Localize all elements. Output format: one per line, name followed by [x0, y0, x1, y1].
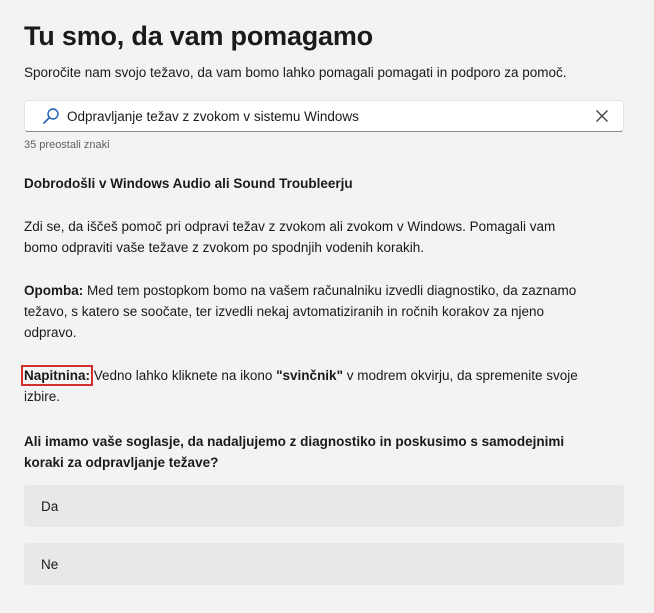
close-icon: [596, 110, 608, 122]
option-label: Ne: [41, 556, 59, 572]
page-subtitle: Sporočite nam svojo težavo, da vam bomo …: [24, 65, 567, 80]
consent-question: Ali imamo vaše soglasje, da nadaljujemo …: [24, 434, 565, 470]
page-title: Tu smo, da vam pomagamo: [24, 21, 373, 51]
option-yes-button[interactable]: Da: [24, 485, 624, 527]
message-heading: Dobrodošli v Windows Audio ali Sound Tro…: [24, 176, 353, 191]
clear-search-button[interactable]: [591, 105, 613, 127]
search-box[interactable]: Odpravljanje težav z zvokom v sistemu Wi…: [24, 100, 624, 132]
option-label: Da: [41, 498, 59, 514]
message-tip: Napitnina: Vedno lahko kliknete na ikono…: [21, 365, 584, 407]
tip-label: Napitnina:: [21, 365, 93, 386]
note-label: Opomba:: [24, 283, 84, 298]
option-no-button[interactable]: Ne: [24, 543, 624, 585]
search-input[interactable]: Odpravljanje težav z zvokom v sistemu Wi…: [67, 109, 591, 124]
character-counter: 35 preostali znaki: [24, 139, 110, 151]
tip-bold: "svinčnik": [276, 368, 343, 383]
message-note: Opomba: Med tem postopkom bomo na vašem …: [24, 280, 584, 343]
search-icon: [41, 106, 61, 126]
assistant-message: Dobrodošli v Windows Audio ali Sound Tro…: [21, 173, 584, 407]
help-page: Tu smo, da vam pomagamo Sporočite nam sv…: [0, 0, 654, 613]
message-intro: Zdi se, da iščeš pomoč pri odpravi težav…: [24, 219, 556, 255]
tip-text-1: Vedno lahko kliknete na ikono: [90, 368, 277, 383]
note-text: Med tem postopkom bomo na vašem računaln…: [24, 283, 577, 340]
